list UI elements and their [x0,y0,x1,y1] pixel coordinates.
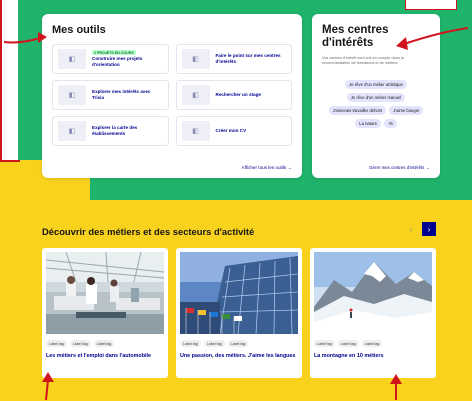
annotation-arrow-card1-icon [42,372,54,401]
metier-card-title[interactable]: Les métiers et l'emploi dans l'automobil… [42,353,168,360]
chevron-left-icon: ‹ [409,224,413,234]
annotation-arrow-centres-icon [396,27,469,50]
interest-tag[interactable]: La nature [355,119,381,128]
interest-tag[interactable]: J'aime bouger [389,106,424,115]
automobile-workshop-image [46,252,164,334]
tool-label: Explorer la carte des établissements [92,125,138,136]
metier-card-automobile[interactable]: Label tag Label tag Label tag Les métier… [42,248,168,378]
metier-tags: Label tag Label tag Label tag [310,340,436,347]
metier-tags: Label tag Label tag Label tag [176,340,302,347]
tool-label: Construire mes projets d'orientation [92,56,143,67]
metier-tags: Label tag Label tag Label tag [42,340,168,347]
label-tag: Label tag [337,340,359,347]
tool-illustration-icon: ◧ [181,85,210,105]
discover-section-title: Découvrir des métiers et des secteurs d'… [42,226,255,237]
tool-label: Créer mon CV [215,128,247,133]
label-tag: Label tag [93,340,115,347]
chevron-right-icon: › [427,224,431,234]
annotation-callout-box [405,0,457,10]
label-tag: Label tag [361,340,383,347]
all-tools-link[interactable]: Afficher tous les outils → [242,165,292,170]
tool-illustration-icon: ◧ [58,121,86,141]
label-tag: Label tag [46,340,67,347]
annotation-arrow-card3-icon [390,374,402,400]
interest-tag[interactable]: J'aimerais travailler dehors [328,106,387,115]
interest-tags: Je rêve d'un métier artistique Je rêve d… [322,80,430,128]
metier-card-title[interactable]: Une passion, des métiers. J'aime les lan… [176,353,302,360]
label-tag: Label tag [203,340,225,347]
mountain-image [314,252,432,334]
label-tag: Label tag [180,340,201,347]
tools-grid: ◧ 2 PROJETS EN COURS Construire mes proj… [52,44,292,146]
tool-label: Explorer mes intérêts avec Trivia [92,89,151,100]
tools-title: Mes outils [52,24,106,36]
tool-illustration-icon: ◧ [58,49,86,69]
eu-parliament-image [180,252,298,334]
label-tag: Label tag [69,340,91,347]
annotation-frame-bottom [0,160,20,162]
carousel-next-button[interactable]: › [422,222,436,236]
interest-tag[interactable]: Je rêve d'un métier artistique [345,80,407,89]
tool-illustration-icon: ◧ [58,85,86,105]
status-badge: 2 PROJETS EN COURS [92,50,136,55]
tool-label: Faire le point sur mes centres d'intérêt… [215,53,281,64]
tool-illustration-icon: ◧ [181,121,210,141]
metier-card-montagne[interactable]: Label tag Label tag Label tag La montagn… [310,248,436,378]
interest-tag[interactable]: Je rêve d'un métier manuel [346,93,406,102]
label-tag: Label tag [227,340,249,347]
annotation-arrow-tools-icon [3,32,47,44]
interest-tag-more[interactable]: +5 [383,119,397,128]
tool-cv[interactable]: ◧ Créer mon CV [175,116,292,146]
tool-centres-interets[interactable]: ◧ Faire le point sur mes centres d'intér… [175,44,292,74]
centres-description: Vos centres d'intérêt sont pris en compt… [322,56,404,65]
tool-trivia[interactable]: ◧ Explorer mes intérêts avec Trivia [52,80,169,110]
label-tag: Label tag [314,340,335,347]
tool-illustration-icon: ◧ [181,49,210,69]
tool-label: Rechercher un stage [215,92,261,97]
tool-stage[interactable]: ◧ Rechercher un stage [175,80,292,110]
metier-card-title[interactable]: La montagne en 10 métiers [310,353,436,360]
tool-carte-etablissements[interactable]: ◧ Explorer la carte des établissements [52,116,169,146]
tools-card: Mes outils ◧ 2 PROJETS EN COURS Construi… [42,14,302,178]
metier-card-langues[interactable]: Label tag Label tag Label tag Une passio… [176,248,302,378]
manage-interests-link[interactable]: Gérer mes centres d'intérêts → [369,165,430,170]
tool-projets-orientation[interactable]: ◧ 2 PROJETS EN COURS Construire mes proj… [52,44,169,74]
carousel-prev-button[interactable]: ‹ [404,222,418,236]
